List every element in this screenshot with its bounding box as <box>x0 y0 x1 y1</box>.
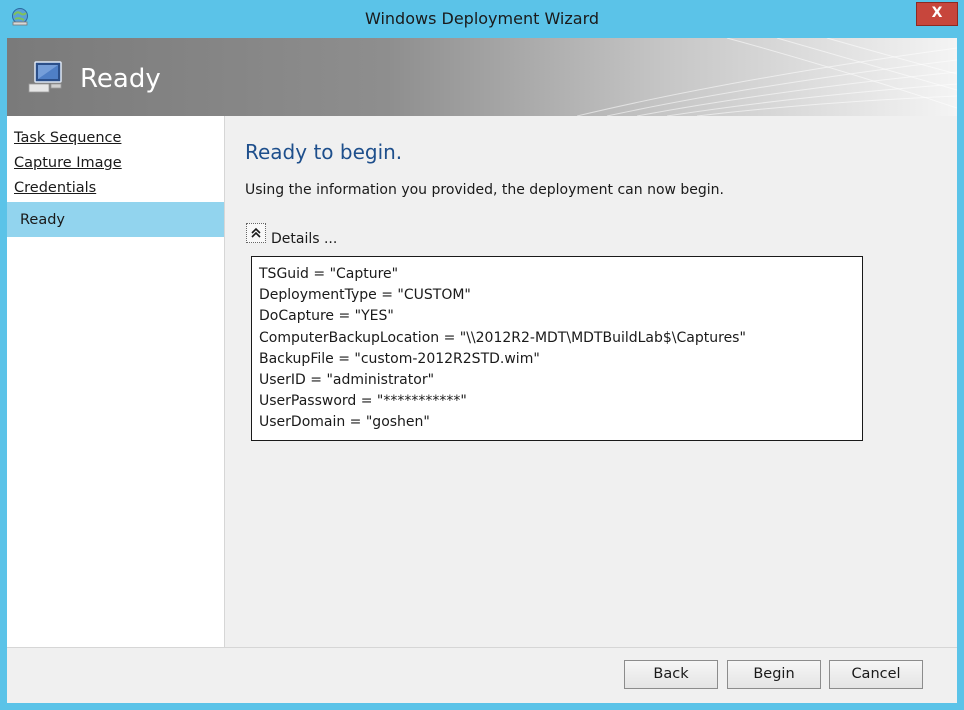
details-line: ComputerBackupLocation = "\\2012R2-MDT\M… <box>259 329 746 346</box>
details-line: DeploymentType = "CUSTOM" <box>259 287 471 304</box>
collapse-chevron-icon <box>251 227 261 238</box>
banner-swoosh-decoration <box>577 38 957 116</box>
title-bar[interactable]: Windows Deployment Wizard X <box>0 0 964 38</box>
sidebar-item-capture-image[interactable]: Capture Image <box>14 155 122 171</box>
page-title: Ready to begin. <box>245 140 403 164</box>
window-title: Windows Deployment Wizard <box>364 9 600 28</box>
header-banner: Ready <box>7 38 957 116</box>
sidebar-item-ready[interactable]: Ready <box>7 202 224 237</box>
button-bar: Back Begin Cancel <box>7 647 957 703</box>
details-label: Details ... <box>271 231 338 247</box>
details-line: UserDomain = "goshen" <box>259 414 430 431</box>
details-line: TSGuid = "Capture" <box>259 266 399 282</box>
details-line: BackupFile = "custom-2012R2STD.wim" <box>259 350 540 367</box>
page-description: Using the information you provided, the … <box>245 182 725 198</box>
sidebar-item-label: Ready <box>20 212 66 228</box>
banner-title: Ready <box>80 64 161 94</box>
back-button[interactable]: Back <box>624 660 718 689</box>
wizard-window: Windows Deployment Wizard X Ready Task S… <box>0 0 964 710</box>
close-button[interactable]: X <box>916 2 958 26</box>
computer-monitor-icon <box>27 60 65 94</box>
begin-button[interactable]: Begin <box>727 660 821 689</box>
wizard-content: Task Sequence Capture Image Credentials … <box>7 116 957 703</box>
details-box: TSGuid = "Capture" DeploymentType = "CUS… <box>251 256 863 441</box>
sidebar-item-credentials[interactable]: Credentials <box>14 180 96 196</box>
main-panel: Ready to begin. Using the information yo… <box>225 116 957 647</box>
details-line: DoCapture = "YES" <box>259 308 394 325</box>
cancel-button[interactable]: Cancel <box>829 660 923 689</box>
details-line: UserPassword = "***********" <box>259 393 467 410</box>
close-icon: X <box>931 5 943 21</box>
details-toggle-button[interactable] <box>246 223 266 243</box>
sidebar-item-task-sequence[interactable]: Task Sequence <box>14 130 121 146</box>
wizard-sidebar: Task Sequence Capture Image Credentials … <box>7 116 225 647</box>
details-line: UserID = "administrator" <box>259 372 435 389</box>
